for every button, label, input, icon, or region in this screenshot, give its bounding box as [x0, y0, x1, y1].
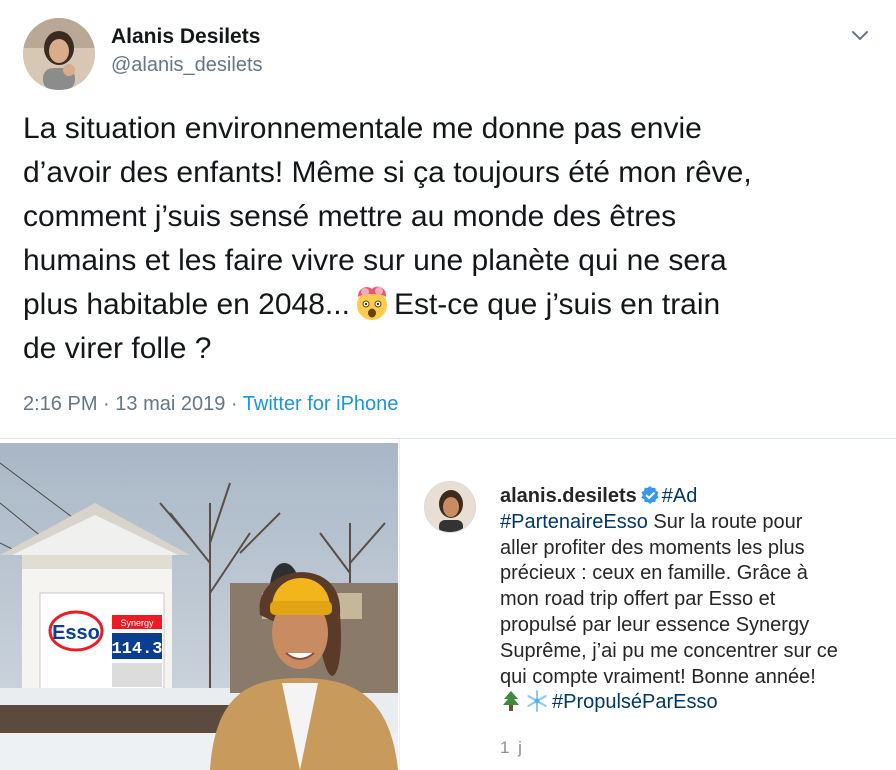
sign-price: 114.3: [111, 640, 162, 659]
meta-separator: ·: [103, 393, 110, 415]
tweet-text-segment: plus habitable en 2048...: [23, 288, 350, 321]
caption-line: mon road trip offert par Esso et: [500, 588, 776, 611]
tweet-time: 2:16 PM: [23, 393, 98, 415]
hashtag-partenaire[interactable]: #PartenaireEsso: [500, 511, 648, 533]
sign-brand: Esso: [52, 622, 100, 644]
tweet-date[interactable]: 13 mai 2019: [115, 393, 225, 415]
caption-line: #PartenaireEsso Sur la route pour: [500, 510, 892, 536]
caption-text: Sur la route pour: [647, 510, 803, 533]
tweet-text-line: d’avoir des enfants! Même si ça toujours…: [23, 156, 752, 189]
caption-line: #PropulséParEsso: [500, 690, 892, 716]
tweet-text-line: humains et les faire vivre sur une planè…: [23, 244, 727, 277]
instagram-username[interactable]: alanis.desilets: [500, 485, 637, 507]
display-name[interactable]: Alanis Desilets: [111, 25, 260, 49]
divider: [0, 438, 896, 439]
caption-line: précieux : ceux en famille. Grâce à: [500, 562, 808, 585]
vertical-divider: [399, 439, 400, 770]
tweet-text-line: de virer folle ?: [23, 332, 212, 365]
caption-line: alanis.desilets #Ad: [500, 484, 892, 510]
chevron-down-icon[interactable]: [849, 24, 871, 46]
instagram-caption: alanis.desilets #Ad #PartenaireEsso Sur l…: [500, 484, 892, 716]
instagram-photo: Esso Synergy 114.3: [0, 443, 398, 770]
caption-line: Suprême, j’ai pu me concentrer sur ce: [500, 639, 838, 662]
tweet-text-line: plus habitable en 2048... Est-ce que j’s…: [23, 283, 883, 327]
meta-separator: ·: [230, 393, 238, 415]
tweet-text: La situation environnementale me donne p…: [23, 107, 883, 371]
instagram-avatar[interactable]: [424, 481, 476, 533]
caption-line: aller profiter des moments les plus: [500, 536, 805, 559]
profile-avatar[interactable]: [23, 18, 95, 90]
snowflake-icon: [526, 690, 548, 713]
tweet-text-segment: Est-ce que j’suis en train: [393, 288, 721, 321]
hashtag-ad[interactable]: #Ad: [662, 485, 698, 507]
tweet-header: Alanis Desilets @alanis_desilets: [23, 18, 883, 92]
sign-product: Synergy: [120, 618, 154, 628]
tweet-text-line: La situation environnementale me donne p…: [23, 112, 702, 145]
post-time-ago[interactable]: 1 j: [500, 738, 524, 758]
caption-line: propulsé par leur essence Synergy: [500, 613, 810, 636]
tweet-meta: 2:16 PM · 13 mai 2019 · Twitter for iPho…: [23, 393, 398, 416]
user-handle[interactable]: @alanis_desilets: [111, 54, 263, 77]
hashtag-propulse[interactable]: #PropulséParEsso: [552, 691, 718, 713]
tweet-source-link[interactable]: Twitter for iPhone: [243, 393, 399, 415]
exploding-head-icon: [352, 283, 392, 321]
tweet-text-line: comment j’suis sensé mettre au monde des…: [23, 200, 677, 233]
evergreen-tree-icon: [500, 690, 522, 712]
caption-line: qui compte vraiment! Bonne année!: [500, 665, 816, 688]
verified-badge-icon: [640, 485, 660, 505]
